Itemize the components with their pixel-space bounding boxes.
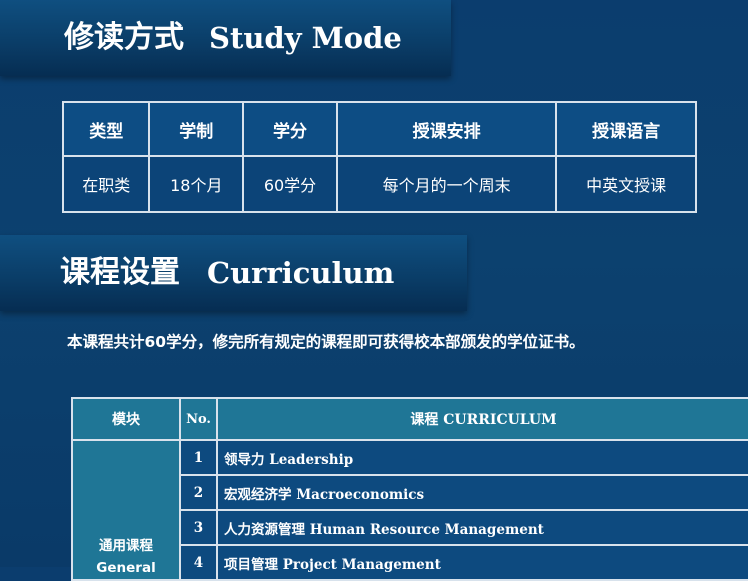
value-language: 中英文授课 bbox=[555, 155, 697, 213]
study-mode-title-cn: 修读方式 bbox=[64, 20, 184, 55]
course-no: 1 bbox=[179, 439, 218, 476]
course-name-en: Project Management bbox=[282, 556, 441, 573]
value-credits: 60学分 bbox=[242, 155, 338, 213]
value-duration: 18个月 bbox=[148, 155, 245, 213]
course-no: 2 bbox=[179, 474, 218, 511]
module-general-cn: 通用课程 bbox=[99, 538, 153, 554]
value-type: 在职类 bbox=[61, 155, 151, 213]
study-mode-value-row: 在职类 18个月 60学分 每个月的一个周末 中英文授课 bbox=[61, 155, 697, 213]
course-name-en: Human Resource Management bbox=[309, 521, 544, 538]
course-name: 项目管理 Project Management bbox=[216, 544, 748, 581]
course-name-cn: 宏观经济学 bbox=[224, 486, 292, 503]
header-no: No. bbox=[179, 397, 218, 441]
header-type: 类型 bbox=[61, 101, 151, 157]
course-name-en: Macroeconomics bbox=[296, 486, 425, 503]
header-language: 授课语言 bbox=[555, 101, 697, 157]
header-course-cn: 课程 bbox=[410, 412, 439, 428]
header-course-en: CURRICULUM bbox=[443, 412, 557, 428]
header-module: 模块 bbox=[71, 397, 181, 441]
header-duration: 学制 bbox=[148, 101, 245, 157]
study-mode-header-row: 类型 学制 学分 授课安排 授课语言 bbox=[61, 101, 697, 157]
study-mode-table: 类型 学制 学分 授课安排 授课语言 在职类 18个月 60学分 每个月的一个周… bbox=[61, 101, 697, 213]
curriculum-header-row: 模块 No. 课程 CURRICULUM bbox=[71, 397, 748, 441]
curriculum-title-cn: 课程设置 bbox=[60, 255, 180, 290]
course-no: 4 bbox=[179, 544, 218, 581]
header-course: 课程 CURRICULUM bbox=[216, 397, 748, 441]
curriculum-banner: 课程设置 Curriculum bbox=[0, 235, 467, 311]
curriculum-table: 模块 No. 课程 CURRICULUM 通用课程 General 1 领导力 … bbox=[71, 397, 748, 581]
course-name: 领导力 Leadership bbox=[216, 439, 748, 476]
curriculum-note: 本课程共计60学分，修完所有规定的课程即可获得校本部颁发的学位证书。 bbox=[67, 333, 585, 351]
course-name-cn: 项目管理 bbox=[224, 556, 278, 573]
table-row: 通用课程 General 1 领导力 Leadership bbox=[71, 439, 748, 581]
curriculum-title-en: Curriculum bbox=[207, 256, 395, 290]
course-no: 3 bbox=[179, 509, 218, 546]
course-name-en: Leadership bbox=[269, 451, 354, 468]
module-general: 通用课程 General bbox=[71, 439, 181, 581]
study-mode-banner: 修读方式 Study Mode bbox=[0, 0, 451, 76]
study-mode-title-en: Study Mode bbox=[209, 21, 402, 55]
header-schedule: 授课安排 bbox=[335, 101, 558, 157]
course-name-cn: 人力资源管理 bbox=[224, 521, 305, 538]
course-name: 宏观经济学 Macroeconomics bbox=[216, 474, 748, 511]
header-credits: 学分 bbox=[242, 101, 338, 157]
value-schedule: 每个月的一个周末 bbox=[335, 155, 558, 213]
course-name: 人力资源管理 Human Resource Management bbox=[216, 509, 748, 546]
module-general-en: General bbox=[96, 560, 156, 576]
course-name-cn: 领导力 bbox=[224, 451, 265, 468]
